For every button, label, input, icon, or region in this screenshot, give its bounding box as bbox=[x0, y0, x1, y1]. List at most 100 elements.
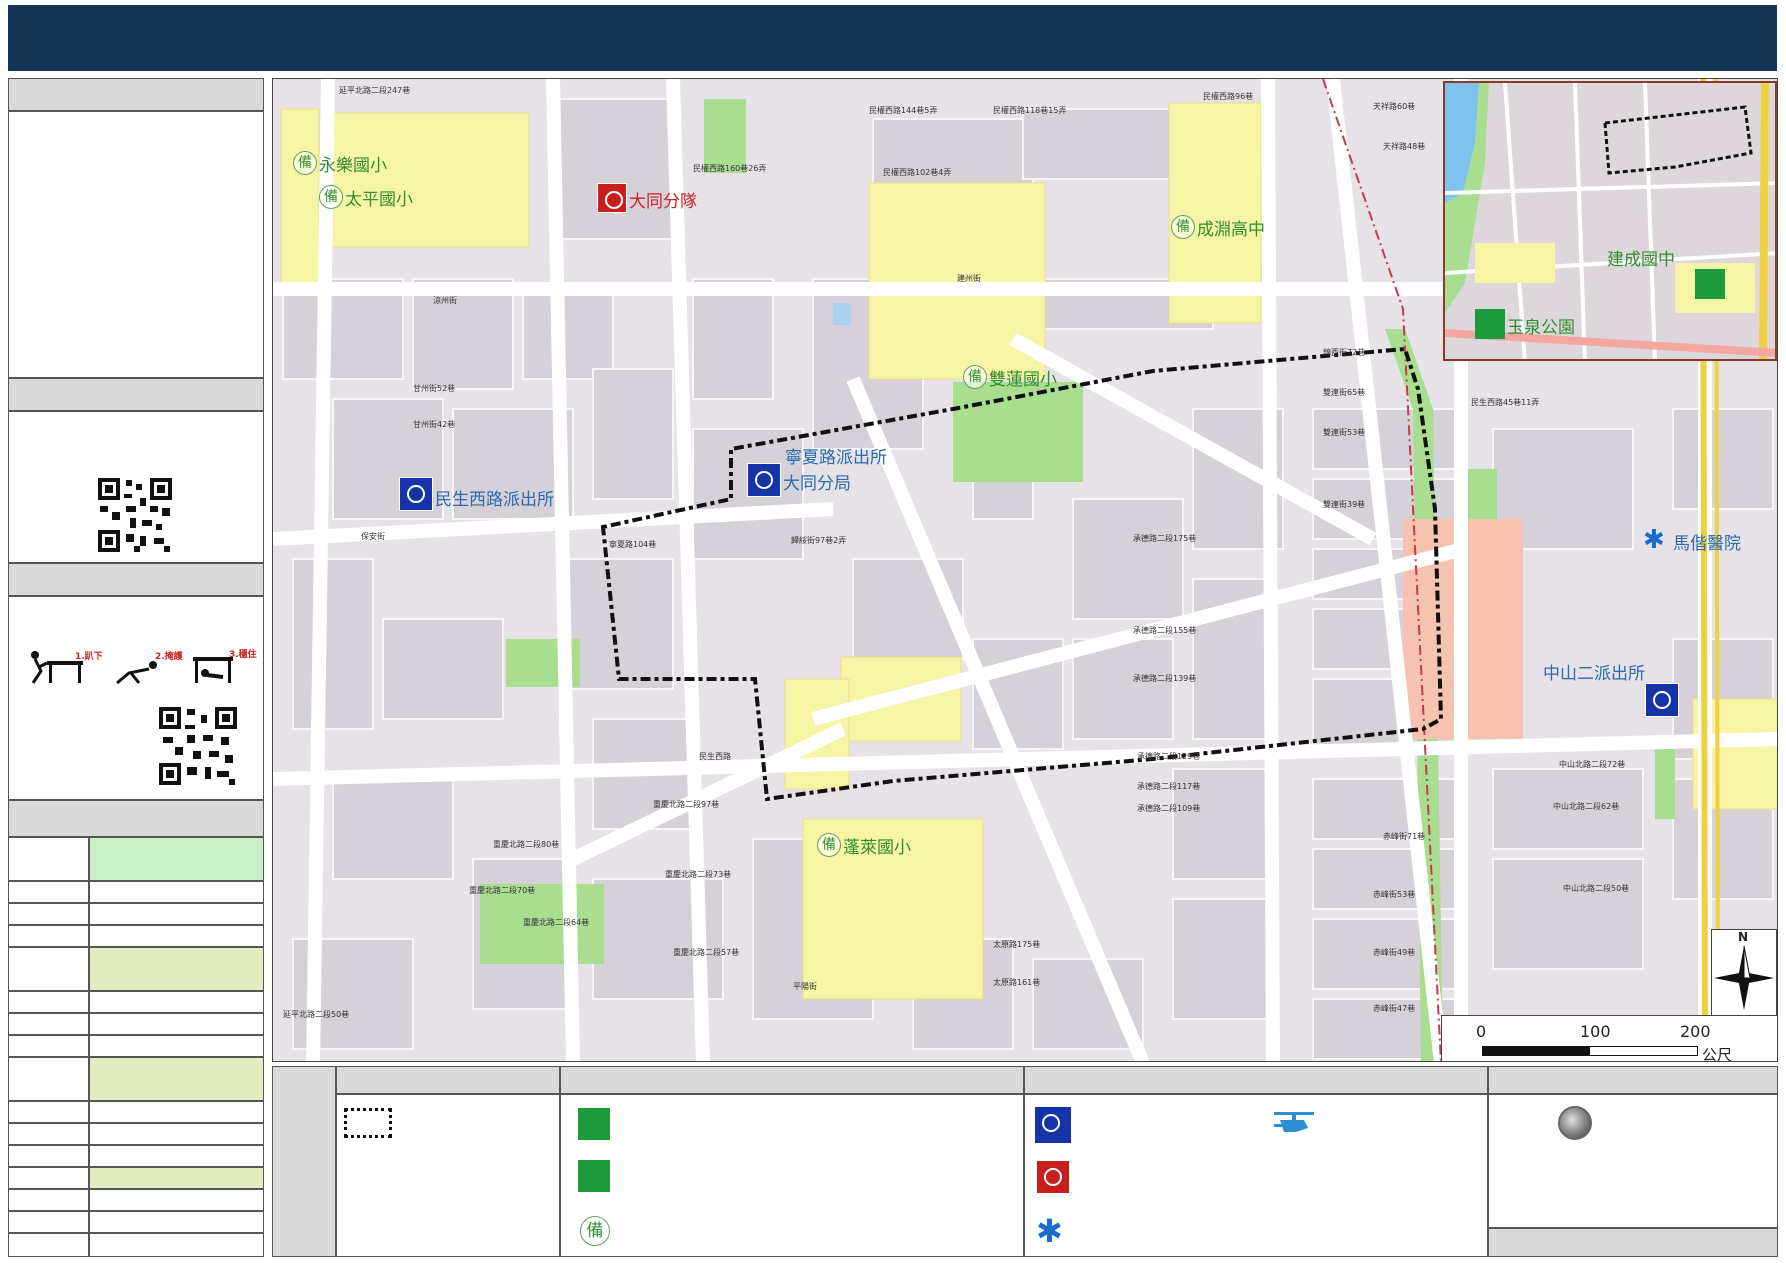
street-label: 太原路161巷 bbox=[993, 978, 1041, 987]
street-label: 重慶北路二段70巷 bbox=[469, 886, 536, 895]
sidebar-section-body-2 bbox=[8, 411, 264, 563]
street-label: 平陽街 bbox=[793, 982, 817, 991]
street-label: 民權西路102巷4弄 bbox=[883, 168, 952, 177]
sidebar-section-header-2 bbox=[8, 378, 264, 411]
bei-icon: 備 bbox=[319, 185, 343, 209]
table-cell bbox=[8, 1101, 89, 1123]
street-label: 民生西路45巷11弄 bbox=[1471, 398, 1540, 407]
bei-icon: 備 bbox=[1171, 215, 1195, 239]
place-label-minsheng-station: 民生西路派出所 bbox=[435, 490, 554, 510]
table-cell bbox=[89, 1013, 264, 1035]
table-cell bbox=[89, 991, 264, 1013]
place-label-mackay: 馬偕醫院 bbox=[1673, 534, 1741, 554]
table-cell-khaki bbox=[89, 1167, 264, 1189]
map-canvas[interactable]: 備 永樂國小 備 太平國小 大同分隊 備 成淵高中 備 雙蓮國小 寧夏路派出所 … bbox=[272, 78, 1778, 1062]
hospital-icon: ✱ bbox=[1036, 1212, 1063, 1250]
table-cell bbox=[89, 1123, 264, 1145]
table-cell bbox=[8, 991, 89, 1013]
police-icon bbox=[399, 477, 433, 511]
street-label: 保安街 bbox=[361, 532, 385, 541]
table-cell bbox=[8, 903, 89, 925]
street-label: 民權西路144巷5弄 bbox=[869, 106, 938, 115]
street-label: 重慶北路二段73巷 bbox=[665, 870, 732, 879]
north-arrow: N bbox=[1711, 929, 1777, 1017]
street-label: 甘州街42巷 bbox=[413, 420, 456, 429]
street-label: 寧夏路104巷 bbox=[609, 540, 657, 549]
table-cell bbox=[8, 1233, 89, 1257]
table-cell-green bbox=[89, 837, 264, 881]
legend-col-header-3 bbox=[1024, 1066, 1488, 1094]
place-label-penglai: 蓬萊國小 bbox=[843, 838, 911, 858]
street-label: 民權西路118巷15弄 bbox=[993, 106, 1067, 115]
legend-title-cell bbox=[272, 1066, 336, 1257]
shelter-icon bbox=[578, 1108, 610, 1140]
table-cell-khaki bbox=[89, 1057, 264, 1101]
police-icon bbox=[1645, 683, 1679, 717]
street-label: 中山北路二段50巷 bbox=[1563, 884, 1630, 893]
table-cell bbox=[89, 1145, 264, 1167]
table-cell bbox=[89, 1101, 264, 1123]
scale-tick-100: 100 bbox=[1580, 1022, 1611, 1041]
street-label: 天祥路60巷 bbox=[1373, 102, 1416, 111]
sidebar-section-body-1 bbox=[8, 111, 264, 378]
street-label: 民權西路160巷26弄 bbox=[693, 164, 767, 173]
street-label: 雙連街65巷 bbox=[1323, 388, 1366, 397]
scale-tick-200: 200 bbox=[1680, 1022, 1711, 1041]
street-label: 涼州街 bbox=[433, 296, 457, 305]
street-label: 赤峰街49巷 bbox=[1373, 948, 1416, 957]
table-cell bbox=[8, 837, 89, 881]
place-label-chengyuan: 成淵高中 bbox=[1197, 220, 1265, 240]
place-label-zhongshan2: 中山二派出所 bbox=[1543, 664, 1645, 684]
bei-icon: 備 bbox=[580, 1216, 610, 1246]
street-label: 承德路二段155巷 bbox=[1133, 626, 1197, 635]
hospital-icon: ✱ bbox=[1643, 525, 1665, 555]
fire-squad-icon bbox=[1036, 1160, 1070, 1194]
sidebar-section-body-3: 1.趴下 2.掩護 3.穩住 bbox=[8, 596, 264, 800]
table-cell bbox=[8, 947, 89, 991]
north-label: N bbox=[1738, 930, 1749, 944]
legend-footer-cell bbox=[1488, 1228, 1778, 1257]
street-label: 承德路二段175巷 bbox=[1133, 534, 1197, 543]
street-label: 重慶北路二段57巷 bbox=[673, 948, 740, 957]
street-label: 重慶北路二段64巷 bbox=[523, 918, 590, 927]
street-label: 雙連街39巷 bbox=[1323, 500, 1366, 509]
scale-bar-graphic bbox=[1482, 1046, 1698, 1056]
bei-icon: 備 bbox=[293, 151, 317, 175]
table-cell bbox=[8, 1211, 89, 1233]
boundary-icon bbox=[344, 1108, 392, 1138]
street-label: 赤峰街71巷 bbox=[1383, 832, 1426, 841]
table-cell-khaki bbox=[89, 947, 264, 991]
street-label: 赤峰街47巷 bbox=[1373, 1004, 1416, 1013]
legend-col-header-4 bbox=[1488, 1066, 1778, 1094]
street-label: 延平北路二段247巷 bbox=[339, 86, 411, 95]
shelter-icon bbox=[1695, 269, 1725, 299]
street-label: 民生西路 bbox=[699, 752, 731, 761]
fire-squad-icon bbox=[597, 183, 627, 213]
street-label: 中山北路二段62巷 bbox=[1553, 802, 1620, 811]
drill-step-1: 1.趴下 bbox=[75, 652, 103, 662]
street-label: 中山北路二段72巷 bbox=[1559, 760, 1626, 769]
street-label: 歸綏街97巷2弄 bbox=[791, 536, 847, 545]
table-cell bbox=[89, 925, 264, 947]
street-label: 太原路175巷 bbox=[993, 940, 1041, 949]
park-shelter-icon bbox=[1475, 309, 1505, 339]
sidebar-section-header-4 bbox=[8, 800, 264, 837]
table-cell bbox=[89, 1035, 264, 1057]
legend-col-body-4 bbox=[1488, 1094, 1778, 1228]
inset-label-yuquan: 玉泉公園 bbox=[1507, 318, 1575, 338]
place-label-taiping: 太平國小 bbox=[345, 190, 413, 210]
table-cell bbox=[8, 881, 89, 903]
sidebar-section-header-1 bbox=[8, 78, 264, 111]
table-cell bbox=[8, 1167, 89, 1189]
drill-step-2: 2.掩護 bbox=[155, 652, 183, 662]
legend-col-body-3 bbox=[1024, 1094, 1488, 1257]
street-label: 承德路二段109巷 bbox=[1137, 804, 1201, 813]
legend-col-header-1 bbox=[336, 1066, 560, 1094]
place-label-datong-squad: 大同分隊 bbox=[629, 192, 697, 212]
qr-code-icon[interactable] bbox=[157, 705, 239, 787]
street-label: 甘州街52巷 bbox=[413, 384, 456, 393]
drill-step-3: 3.穩住 bbox=[229, 650, 257, 660]
inset-map[interactable]: 建成國中 玉泉公園 bbox=[1443, 81, 1777, 361]
qr-code-icon[interactable] bbox=[96, 476, 174, 554]
street-label: 重慶北路二段97巷 bbox=[653, 800, 720, 809]
